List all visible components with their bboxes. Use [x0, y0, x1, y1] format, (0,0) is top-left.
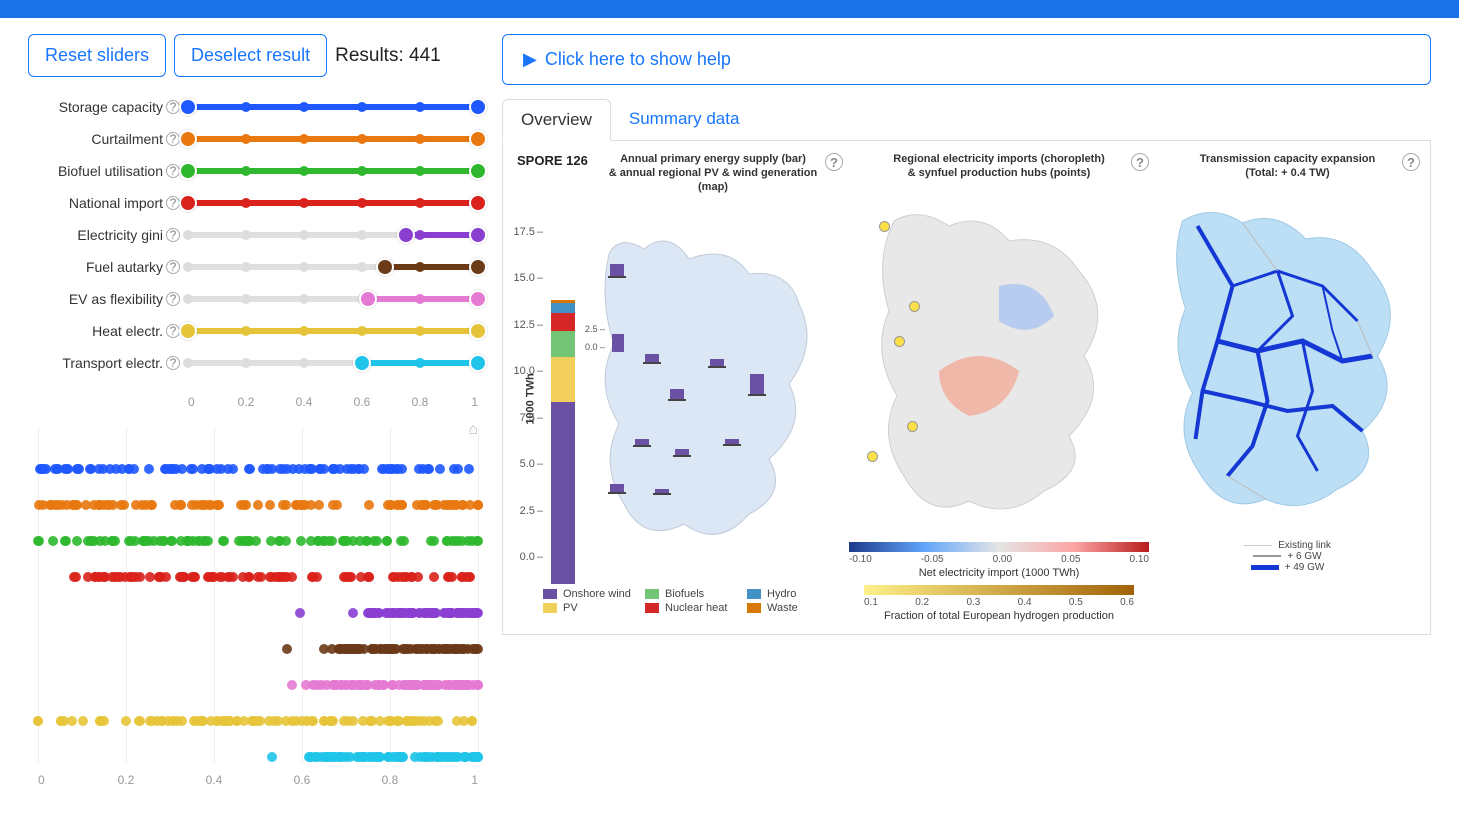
deselect-result-button[interactable]: Deselect result	[174, 34, 327, 77]
chart-title-imports: Regional electricity imports (choropleth…	[849, 153, 1149, 185]
legend-item: Hydro	[747, 588, 843, 600]
slider-1[interactable]	[188, 131, 478, 147]
slider-handle-low[interactable]	[397, 226, 415, 244]
stack-segment-biofuels	[551, 331, 575, 357]
help-icon[interactable]: ?	[166, 324, 180, 338]
top-bar	[0, 0, 1459, 18]
left-panel: Reset sliders Deselect result Results: 4…	[28, 34, 478, 787]
slider-8[interactable]	[188, 355, 478, 371]
slider-0[interactable]	[188, 99, 478, 115]
slider-handle-high[interactable]	[469, 354, 487, 372]
spore-title: SPORE 126	[517, 153, 588, 168]
slider-7[interactable]	[188, 323, 478, 339]
slider-label: Electricity gini?	[28, 227, 188, 243]
gradient-import-label: Net electricity import (1000 TWh)	[849, 567, 1149, 579]
map-pv-wind[interactable]: 2.5 – 0.0 –	[575, 214, 843, 584]
slider-label: Curtailment?	[28, 131, 188, 147]
help-icon[interactable]: ?	[1131, 153, 1149, 171]
slider-label: EV as flexibility?	[28, 291, 188, 307]
legend-item: Onshore wind	[543, 588, 639, 600]
slider-handle-high[interactable]	[469, 162, 487, 180]
europe-map-icon	[849, 191, 1149, 536]
help-icon[interactable]: ?	[166, 164, 180, 178]
stack-segment-nuclear-heat	[551, 313, 575, 332]
legend-item: + 6 GW	[1155, 551, 1420, 562]
gradient-import	[849, 542, 1149, 552]
gradient-hydrogen	[864, 585, 1134, 595]
slider-label: Heat electr.?	[28, 323, 188, 339]
slider-handle-low[interactable]	[179, 162, 197, 180]
slider-handle-low[interactable]	[376, 258, 394, 276]
slider-handle-low[interactable]	[353, 354, 371, 372]
slider-2[interactable]	[188, 163, 478, 179]
reset-zoom-icon[interactable]: ⌂	[468, 421, 478, 439]
reset-sliders-button[interactable]: Reset sliders	[28, 34, 166, 77]
help-icon[interactable]: ?	[166, 228, 180, 242]
results-count: Results: 441	[335, 45, 441, 67]
slider-3[interactable]	[188, 195, 478, 211]
slider-handle-high[interactable]	[469, 98, 487, 116]
slider-handle-high[interactable]	[469, 290, 487, 308]
slider-handle-low[interactable]	[179, 322, 197, 340]
slider-handle-high[interactable]	[469, 258, 487, 276]
chart-title-transmission: Transmission capacity expansion (Total: …	[1155, 153, 1420, 185]
help-icon[interactable]: ?	[1402, 153, 1420, 171]
slider-handle-low[interactable]	[359, 290, 377, 308]
slider-handle-low[interactable]	[179, 98, 197, 116]
legend-supply: Onshore wind Biofuels Hydro PV Nuclear heat W…	[513, 588, 843, 614]
legend-item: Existing link	[1155, 540, 1420, 551]
legend-transmission: Existing link+ 6 GW+ 49 GW	[1155, 540, 1420, 573]
play-icon: ▶	[523, 49, 537, 70]
chart-title-supply: Annual primary energy supply (bar) & ann…	[583, 153, 843, 198]
slider-label: Transport electr.?	[28, 355, 188, 371]
transmission-network-icon	[1155, 191, 1420, 536]
help-icon[interactable]: ?	[166, 196, 180, 210]
legend-item: Biofuels	[645, 588, 741, 600]
slider-label: National import?	[28, 195, 188, 211]
help-toggle[interactable]: ▶ Click here to show help	[502, 34, 1431, 85]
legend-item: + 49 GW	[1155, 562, 1420, 573]
slider-label: Fuel autarky?	[28, 259, 188, 275]
stack-segment-onshore-wind	[551, 402, 575, 584]
scatter-plot[interactable]: ⌂ 00.20.40.60.81	[38, 427, 478, 787]
legend-item: Nuclear heat	[645, 602, 741, 614]
slider-handle-high[interactable]	[469, 194, 487, 212]
slider-handle-low[interactable]	[179, 130, 197, 148]
slider-group: Storage capacity? Curtailment? Biofuel u…	[28, 91, 478, 379]
legend-item: Waste	[747, 602, 843, 614]
map-transmission[interactable]	[1155, 191, 1420, 536]
help-icon[interactable]: ?	[166, 292, 180, 306]
help-icon[interactable]: ?	[166, 356, 180, 370]
slider-label: Biofuel utilisation?	[28, 163, 188, 179]
slider-6[interactable]	[188, 291, 478, 307]
help-icon[interactable]: ?	[166, 132, 180, 146]
help-icon[interactable]: ?	[825, 153, 843, 171]
slider-handle-high[interactable]	[469, 130, 487, 148]
map-imports[interactable]	[849, 191, 1149, 536]
tab-summary-data[interactable]: Summary data	[611, 99, 758, 140]
help-icon[interactable]: ?	[166, 260, 180, 274]
help-icon[interactable]: ?	[166, 100, 180, 114]
overview-panel: SPORE 126 Annual primary energy supply (…	[502, 141, 1431, 635]
slider-handle-high[interactable]	[469, 226, 487, 244]
slider-5[interactable]	[188, 259, 478, 275]
tab-overview[interactable]: Overview	[502, 99, 611, 141]
stack-segment-hydro	[551, 303, 575, 312]
tabs: Overview Summary data	[502, 99, 1431, 141]
legend-item: PV	[543, 602, 639, 614]
slider-4[interactable]	[188, 227, 478, 243]
slider-handle-low[interactable]	[179, 194, 197, 212]
slider-handle-high[interactable]	[469, 322, 487, 340]
primary-energy-stacked-bar	[551, 300, 575, 585]
gradient-hydrogen-label: Fraction of total European hydrogen prod…	[849, 610, 1149, 622]
stack-segment-pv	[551, 357, 575, 402]
slider-label: Storage capacity?	[28, 99, 188, 115]
right-panel: ▶ Click here to show help Overview Summa…	[502, 34, 1431, 787]
